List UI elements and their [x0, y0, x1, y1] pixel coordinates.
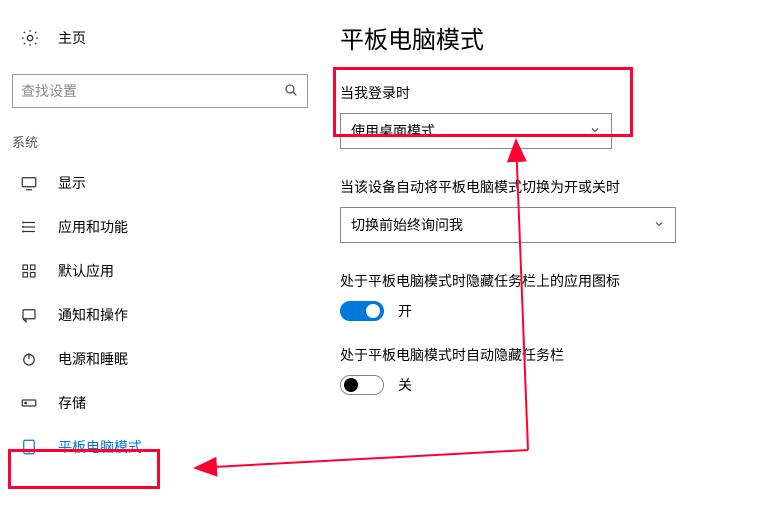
hide-icons-state: 开 — [398, 301, 412, 321]
autoswitch-select[interactable]: 切换前始终询问我 — [340, 207, 676, 243]
sidebar-item-label: 平板电脑模式 — [58, 437, 142, 457]
default-apps-icon — [20, 262, 38, 280]
sidebar-item-tablet[interactable]: 平板电脑模式 — [10, 425, 310, 469]
autoswitch-label: 当该设备自动将平板电脑模式切换为开或关时 — [340, 177, 745, 197]
home-button[interactable]: 主页 — [10, 20, 310, 56]
page-title: 平板电脑模式 — [340, 20, 745, 55]
search-box[interactable] — [12, 74, 308, 108]
search-icon — [283, 82, 299, 101]
search-input[interactable] — [21, 83, 283, 99]
hide-taskbar-group: 处于平板电脑模式时自动隐藏任务栏 关 — [340, 345, 745, 395]
sidebar-item-label: 电源和睡眠 — [58, 349, 128, 369]
section-label: 系统 — [10, 128, 310, 161]
hide-icons-label: 处于平板电脑模式时隐藏任务栏上的应用图标 — [340, 271, 745, 291]
main-content: 平板电脑模式 当我登录时 使用桌面模式 当该设备自动将平板电脑模式切换为开或关时… — [320, 0, 765, 508]
hide-taskbar-label: 处于平板电脑模式时自动隐藏任务栏 — [340, 345, 745, 365]
sidebar: 主页 系统 显示 — [0, 0, 320, 508]
signin-label: 当我登录时 — [340, 83, 745, 103]
hide-taskbar-state: 关 — [398, 375, 412, 395]
sidebar-item-storage[interactable]: 存储 — [10, 381, 310, 425]
nav-list: 显示 应用和功能 默认应用 — [10, 161, 310, 469]
sidebar-item-apps[interactable]: 应用和功能 — [10, 205, 310, 249]
sidebar-item-label: 显示 — [58, 173, 86, 193]
signin-value: 使用桌面模式 — [351, 121, 435, 141]
autoswitch-value: 切换前始终询问我 — [351, 215, 463, 235]
autoswitch-group: 当该设备自动将平板电脑模式切换为开或关时 切换前始终询问我 — [340, 177, 745, 243]
hide-icons-toggle[interactable] — [340, 301, 384, 321]
sidebar-item-default-apps[interactable]: 默认应用 — [10, 249, 310, 293]
apps-icon — [20, 218, 38, 236]
sidebar-item-label: 应用和功能 — [58, 217, 128, 237]
sidebar-item-notifications[interactable]: 通知和操作 — [10, 293, 310, 337]
sidebar-item-label: 通知和操作 — [58, 305, 128, 325]
home-label: 主页 — [58, 28, 86, 48]
display-icon — [20, 174, 38, 192]
sidebar-item-display[interactable]: 显示 — [10, 161, 310, 205]
sidebar-item-label: 默认应用 — [58, 261, 114, 281]
chevron-down-icon — [589, 123, 601, 139]
sidebar-item-power[interactable]: 电源和睡眠 — [10, 337, 310, 381]
power-icon — [20, 350, 38, 368]
gear-icon — [20, 28, 40, 48]
signin-group: 当我登录时 使用桌面模式 — [340, 83, 745, 149]
notifications-icon — [20, 306, 38, 324]
chevron-down-icon — [653, 217, 665, 233]
hide-icons-group: 处于平板电脑模式时隐藏任务栏上的应用图标 开 — [340, 271, 745, 321]
hide-taskbar-toggle[interactable] — [340, 375, 384, 395]
sidebar-item-label: 存储 — [58, 393, 86, 413]
storage-icon — [20, 394, 38, 412]
tablet-icon — [20, 438, 38, 456]
signin-select[interactable]: 使用桌面模式 — [340, 113, 612, 149]
